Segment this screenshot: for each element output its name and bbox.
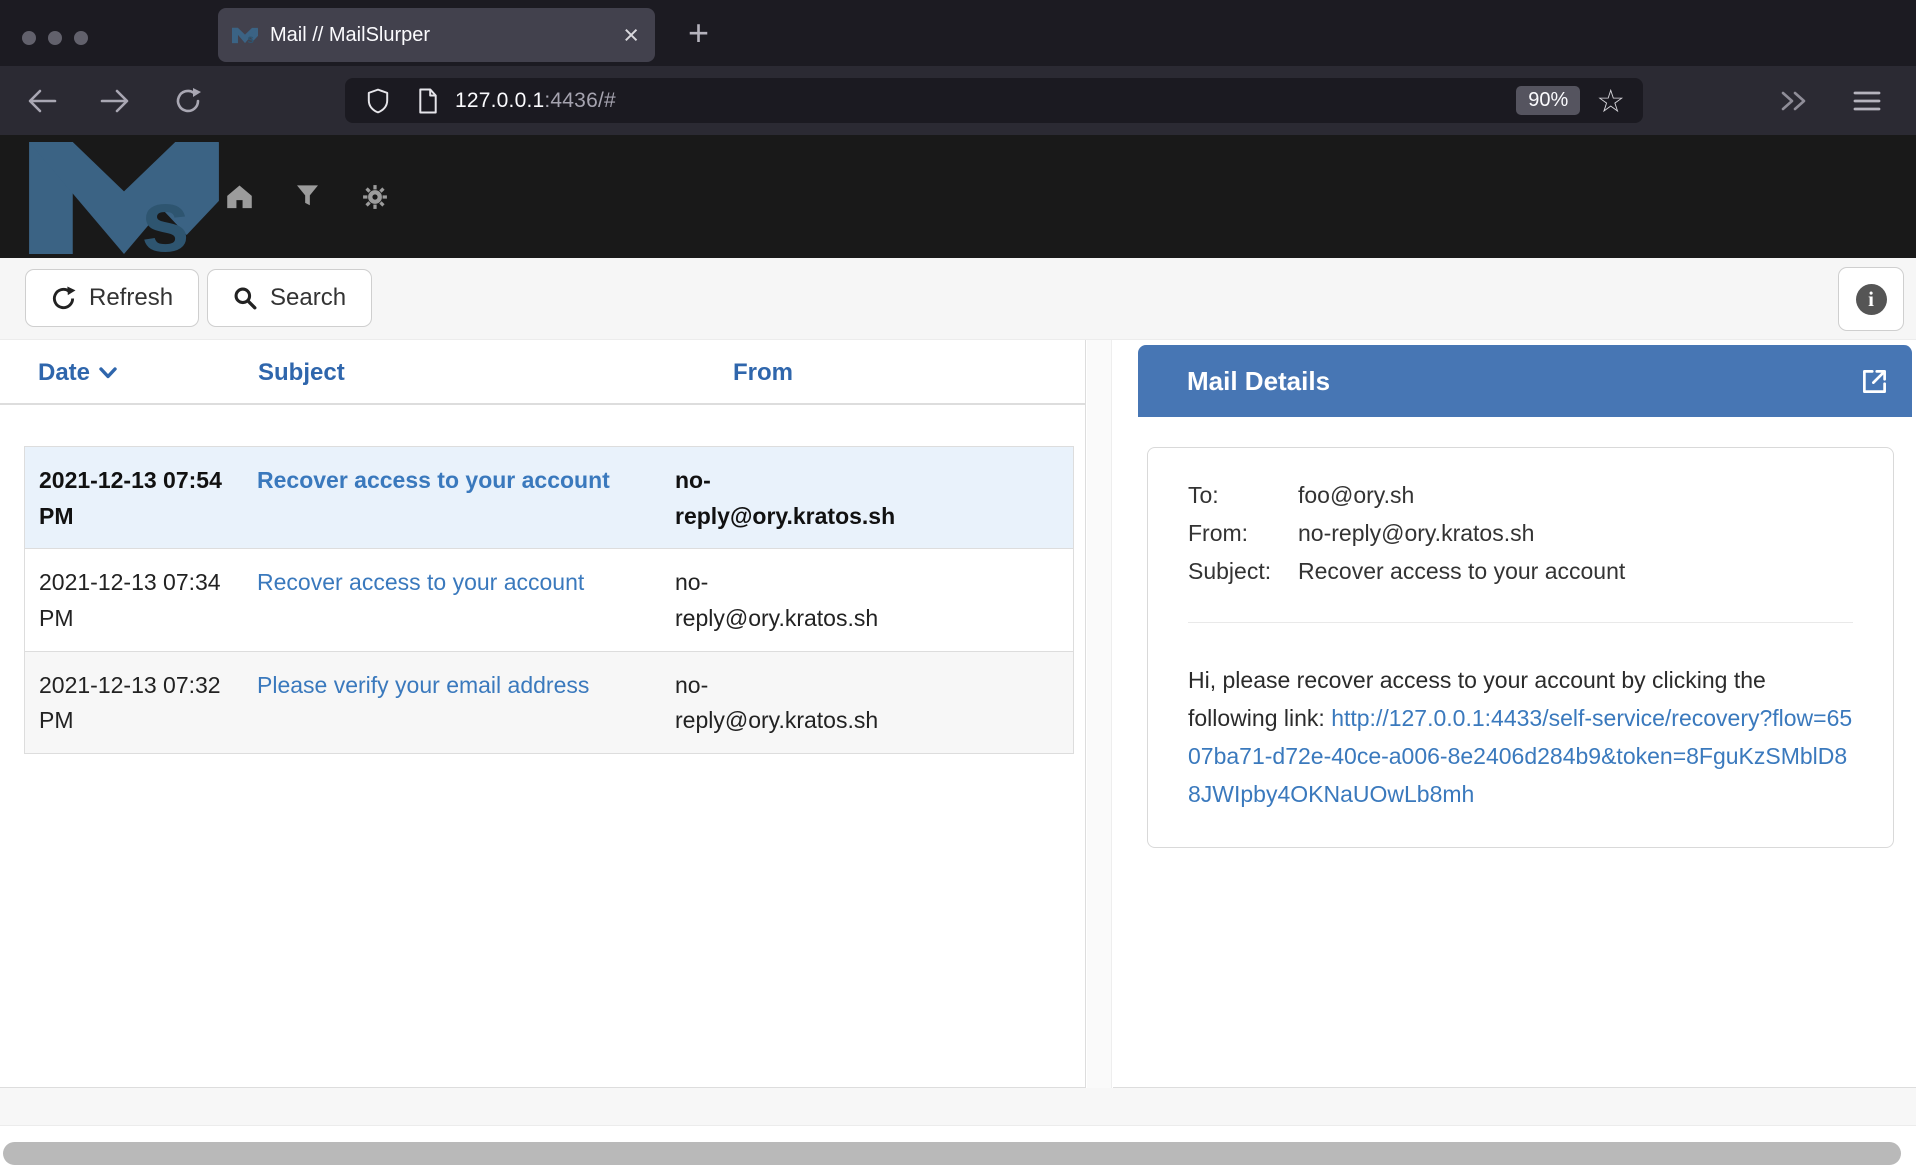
shield-icon[interactable]: [365, 87, 391, 115]
screen: s Mail // MailSlurper × +: [0, 0, 1916, 1170]
window-control-dot[interactable]: [22, 31, 36, 45]
svg-text:s: s: [247, 31, 254, 43]
mail-details-header: Mail Details: [1138, 345, 1912, 417]
window-controls[interactable]: [22, 31, 88, 45]
date-cell: 2021-12-13 07:54 PM: [25, 447, 243, 548]
home-button[interactable]: [226, 184, 253, 209]
forward-button[interactable]: [97, 83, 133, 119]
subject-link[interactable]: Recover access to your account: [257, 569, 584, 595]
from-cell: no-reply@ory.kratos.sh: [661, 549, 891, 650]
search-icon: [233, 286, 257, 310]
scrollbar-thumb[interactable]: [3, 1142, 1901, 1165]
to-label: To:: [1188, 476, 1298, 514]
table-row[interactable]: 2021-12-13 07:54 PM Recover access to yo…: [25, 447, 1073, 549]
settings-button[interactable]: [362, 184, 388, 210]
subject-link[interactable]: Please verify your email address: [257, 672, 589, 698]
mail-list-panel: Date Subject From 2021-12-: [0, 340, 1086, 1088]
from-header-label: From: [733, 359, 793, 387]
column-header-subject[interactable]: Subject: [244, 359, 662, 387]
svg-text:s: s: [141, 172, 190, 254]
new-tab-button[interactable]: +: [688, 12, 709, 54]
url-suffix: :4436/#: [544, 89, 615, 112]
horizontal-scrollbar[interactable]: [0, 1125, 1916, 1170]
menu-button[interactable]: [1849, 83, 1885, 119]
info-button[interactable]: i: [1838, 267, 1904, 331]
search-label: Search: [270, 284, 346, 312]
sort-desc-icon: [99, 367, 117, 379]
url-text[interactable]: 127.0.0.1:4436/#: [455, 89, 616, 113]
mail-list-header: Date Subject From: [0, 345, 1086, 405]
window-control-dot[interactable]: [48, 31, 62, 45]
refresh-button[interactable]: Refresh: [25, 269, 199, 327]
from-cell: no-reply@ory.kratos.sh: [661, 652, 891, 753]
tab-favicon-icon: s: [232, 27, 258, 44]
card-divider: [1188, 622, 1853, 623]
panel-divider: [1087, 340, 1112, 1088]
browser-tab[interactable]: s Mail // MailSlurper ×: [218, 8, 655, 62]
footer-band: [0, 1088, 1916, 1125]
url-bar[interactable]: 127.0.0.1:4436/# 90% ☆: [345, 78, 1643, 123]
zoom-level-badge[interactable]: 90%: [1516, 86, 1580, 115]
mail-list-body: 2021-12-13 07:54 PM Recover access to yo…: [24, 446, 1074, 754]
tab-title: Mail // MailSlurper: [270, 24, 623, 47]
table-row[interactable]: 2021-12-13 07:32 PM Please verify your e…: [25, 652, 1073, 753]
mail-details-card: To: foo@ory.sh From: no-reply@ory.kratos…: [1147, 447, 1894, 848]
url-host: 127.0.0.1: [455, 89, 544, 112]
subject-label: Subject:: [1188, 552, 1298, 590]
subject-link[interactable]: Recover access to your account: [257, 467, 610, 493]
app-header: s: [0, 135, 1916, 258]
filter-button[interactable]: [297, 185, 318, 208]
window-control-dot[interactable]: [74, 31, 88, 45]
main-content: Date Subject From 2021-12-: [0, 340, 1916, 1088]
browser-tab-strip: s Mail // MailSlurper × +: [0, 0, 1916, 66]
mail-details-panel: Mail Details To: foo@ory.sh From: no-rep…: [1113, 340, 1916, 1088]
column-header-from[interactable]: From: [662, 359, 892, 387]
to-value: foo@ory.sh: [1298, 476, 1853, 514]
page-icon[interactable]: [417, 87, 439, 115]
open-external-icon[interactable]: [1861, 368, 1888, 395]
bookmark-star-button[interactable]: ☆: [1596, 85, 1625, 117]
mail-body: Hi, please recover access to your accoun…: [1188, 661, 1853, 813]
browser-navbar: 127.0.0.1:4436/# 90% ☆: [0, 66, 1916, 135]
info-icon: i: [1856, 284, 1887, 315]
from-label: From:: [1188, 514, 1298, 552]
back-button[interactable]: [24, 83, 60, 119]
from-cell: no-reply@ory.kratos.sh: [661, 447, 891, 548]
date-cell: 2021-12-13 07:34 PM: [25, 549, 243, 650]
subject-header-label: Subject: [258, 359, 345, 387]
overflow-chevrons-button[interactable]: [1775, 83, 1811, 119]
table-row[interactable]: 2021-12-13 07:34 PM Recover access to yo…: [25, 549, 1073, 651]
from-value: no-reply@ory.kratos.sh: [1298, 514, 1853, 552]
column-header-date[interactable]: Date: [24, 359, 244, 387]
date-header-label: Date: [38, 359, 90, 387]
mail-details-title: Mail Details: [1187, 366, 1861, 397]
date-cell: 2021-12-13 07:32 PM: [25, 652, 243, 753]
search-button[interactable]: Search: [207, 269, 372, 327]
mailslurper-logo: s: [24, 142, 224, 254]
tab-close-button[interactable]: ×: [623, 22, 639, 49]
refresh-icon: [51, 286, 76, 311]
subject-value: Recover access to your account: [1298, 552, 1853, 590]
refresh-label: Refresh: [89, 284, 173, 312]
app-toolbar: Refresh Search i: [0, 258, 1916, 340]
reload-button[interactable]: [170, 83, 206, 119]
